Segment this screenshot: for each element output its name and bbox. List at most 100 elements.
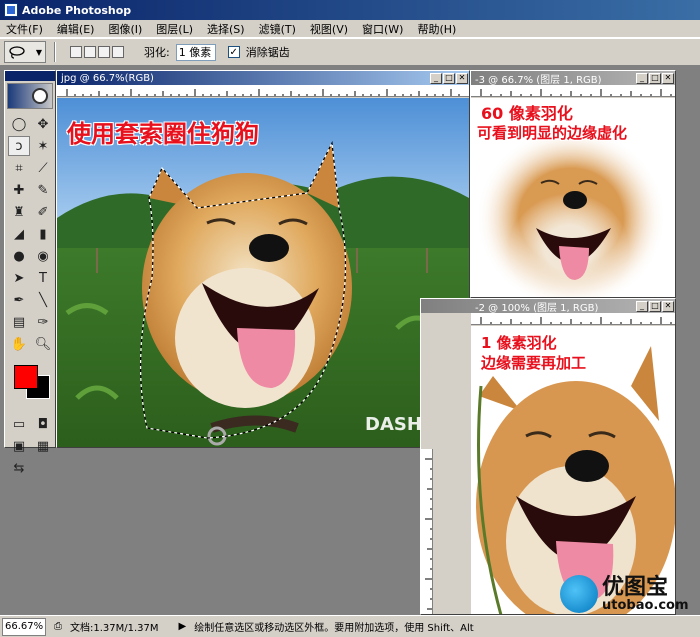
feather-label: 羽化: [144,46,170,59]
minimize-button[interactable]: _ [430,72,442,84]
options-separator [54,42,56,62]
horizontal-ruler [471,313,675,325]
menu-window[interactable]: 窗口(W) [362,21,403,37]
foreground-color-swatch[interactable] [14,365,38,389]
add-to-selection-button[interactable] [84,46,96,58]
intersect-selection-button[interactable] [112,46,124,58]
dog-photo-feather1[interactable]: 1 像素羽化 边缘需要再加工 [471,326,675,614]
color-swatches [8,361,52,407]
main-annotation: 使用套索圈住狗狗 [67,120,259,148]
antialias-label: 消除锯齿 [245,46,290,59]
menu-layer[interactable]: 图层(L) [156,21,193,37]
maximize-button[interactable]: □ [649,300,661,312]
chevron-down-icon: ▼ [35,47,42,57]
menu-edit[interactable]: 编辑(E) [57,21,95,37]
maximize-button[interactable]: □ [649,72,661,84]
status-bar: 66.67% ⎙ 文档:1.37M/1.37M ▶ 绘制任意选区或移动选区外框。… [0,615,700,637]
dog-photo-feather60[interactable]: 60 像素羽化 可看到明显的边缘虚化 [471,98,675,297]
app-title: Adobe Photoshop [22,3,132,17]
feather-input[interactable] [175,43,216,61]
eraser-icon[interactable]: ◢ [8,224,30,244]
app-title-bar: Adobe Photoshop [0,0,700,20]
selection-mode-group [70,46,124,58]
menu-image[interactable]: 图像(I) [108,21,142,37]
toolbox: ◯ ✥ ↄ ✶ ⌗ ⟋ ✚ ✎ ♜ ✐ ◢ ▮ ● ◉ ➤ T ✒ ╲ ▤ ✑ … [4,70,56,476]
blur-icon[interactable]: ● [8,246,30,266]
tool-preset-picker[interactable]: ▼ [4,41,46,63]
main-document-window: jpg @ 66.7%(RGB) _ □ ✕ 使用套索圈住狗狗 DASH村 [56,70,470,448]
minimize-button[interactable]: _ [636,300,648,312]
brush-icon[interactable]: ✎ [32,180,54,200]
watermark-cn: 优图宝 [602,574,669,600]
lasso-icon [9,46,25,59]
ruler-ticks [480,89,672,96]
type-icon[interactable]: T [32,268,54,288]
horizontal-ruler [471,85,675,97]
vertical-ruler [421,449,433,614]
menu-help[interactable]: 帮助(H) [417,21,456,37]
jump-to-imageready-icon[interactable]: ⇆ [8,458,30,478]
standard-mode-icon[interactable]: ▭ [8,414,30,434]
doc-size[interactable]: 文档:1.37M/1.37M [70,619,159,634]
feather1-annotation-line1: 1 像素羽化 [481,334,557,352]
menu-select[interactable]: 选择(S) [207,21,245,37]
dodge-icon[interactable]: ◉ [32,246,54,266]
notes-icon[interactable]: ▤ [8,312,30,332]
main-document-title-bar[interactable]: jpg @ 66.7%(RGB) _ □ ✕ [57,71,469,85]
watermark-url: utobao.com [602,597,689,613]
bird-logo-icon [560,575,598,613]
new-selection-button[interactable] [70,46,82,58]
slice-icon[interactable]: ⟋ [32,158,54,178]
horizontal-ruler [57,85,469,97]
crop-icon[interactable]: ⌗ [8,158,30,178]
marquee-icon[interactable]: ◯ [8,114,30,134]
healing-brush-icon[interactable]: ✚ [8,180,30,200]
feather1-document-window: -2 @ 100% (图层 1, RGB) _ □ ✕ 1 像素羽化 边缘需要再… [420,298,676,615]
toolbox-title [5,71,55,81]
menu-bar: 文件(F) 编辑(E) 图像(I) 图层(L) 选择(S) 滤镜(T) 视图(V… [0,20,700,38]
dog-photo-scene [57,98,469,447]
options-bar: ▼ 羽化: ✓ 消除锯齿 [0,38,700,66]
lasso-icon[interactable]: ↄ [8,136,30,156]
clone-stamp-icon[interactable]: ♜ [8,202,30,222]
menu-file[interactable]: 文件(F) [6,21,43,37]
close-button[interactable]: ✕ [456,72,468,84]
doc-info-icon[interactable]: ⎙ [54,621,62,632]
menu-filter[interactable]: 滤镜(T) [259,21,296,37]
eyedropper-icon[interactable]: ✑ [32,312,54,332]
quickmask-mode-icon[interactable]: ◘ [32,414,54,434]
feather60-title-bar[interactable]: -3 @ 66.7% (图层 1, RGB) _ □ ✕ [471,71,675,85]
main-document-title: jpg @ 66.7%(RGB) [61,72,154,84]
feather1-title-bar[interactable]: -2 @ 100% (图层 1, RGB) _ □ ✕ [421,299,675,313]
close-button[interactable]: ✕ [662,72,674,84]
fullscreen-mode-icon[interactable]: ▦ [32,436,54,456]
subtract-selection-button[interactable] [98,46,110,58]
gradient-icon[interactable]: ▮ [32,224,54,244]
zoom-icon[interactable]: 🔍︎ [32,334,54,354]
maximize-button[interactable]: □ [443,72,455,84]
minimize-button[interactable]: _ [636,72,648,84]
path-select-icon[interactable]: ➤ [8,268,30,288]
hand-icon[interactable]: ✋ [8,334,30,354]
menu-view[interactable]: 视图(V) [310,21,348,37]
feather1-title: -2 @ 100% (图层 1, RGB) [475,302,599,314]
feather60-document-window: -3 @ 66.7% (图层 1, RGB) _ □ ✕ 60 像素羽化 可看到… [470,70,676,298]
tool-grid: ◯ ✥ ↄ ✶ ⌗ ⟋ ✚ ✎ ♜ ✐ ◢ ▮ ● ◉ ➤ T ✒ ╲ ▤ ✑ … [5,111,55,357]
ruler-ticks [480,317,672,324]
magic-wand-icon[interactable]: ✶ [32,136,54,156]
eye-logo-icon [32,88,48,104]
site-watermark: 优图宝 utobao.com [560,574,700,614]
history-brush-icon[interactable]: ✐ [32,202,54,222]
move-icon[interactable]: ✥ [32,114,54,134]
dog-photo-original[interactable]: 使用套索圈住狗狗 DASH村 [57,98,469,447]
close-button[interactable]: ✕ [662,300,674,312]
status-arrow-icon[interactable]: ▶ [179,621,187,632]
photoshop-logo [7,83,53,109]
pen-icon[interactable]: ✒ [8,290,30,310]
line-shape-icon[interactable]: ╲ [32,290,54,310]
screen-mode-icon[interactable]: ▣ [8,436,30,456]
zoom-field[interactable]: 66.67% [2,617,46,636]
antialias-checkbox[interactable]: ✓ [227,46,240,58]
feather60-annotation-line2: 可看到明显的边缘虚化 [477,124,628,142]
photoshop-app-icon [4,3,18,17]
